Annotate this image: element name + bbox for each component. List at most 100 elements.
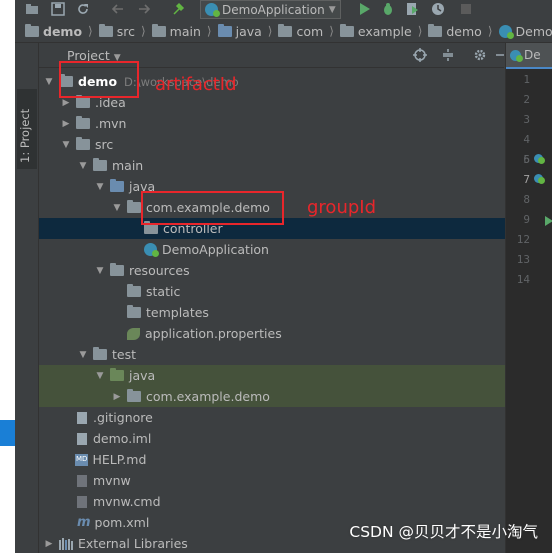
spring-gutter-icon[interactable] <box>534 174 545 184</box>
chevron-down-icon[interactable]: ▼ <box>77 350 89 360</box>
tree-row-controller[interactable]: controller <box>39 218 552 239</box>
folder-icon <box>76 137 90 150</box>
module-file-icon <box>77 432 87 445</box>
watermark: CSDN @贝贝才不是小淘气 <box>349 523 538 541</box>
spring-properties-icon <box>127 327 140 340</box>
tree-row-gitignore[interactable]: .gitignore <box>39 407 537 428</box>
chevron-right-icon[interactable]: ▶ <box>60 119 72 129</box>
folder-icon <box>127 284 141 297</box>
tree-row-templates[interactable]: templates <box>39 302 552 323</box>
chevron-down-icon[interactable]: ▼ <box>94 182 106 192</box>
chevron-right-icon[interactable]: ▶ <box>43 539 55 549</box>
folder-icon <box>98 23 113 37</box>
tree-row-help-md[interactable]: MD HELP.md <box>39 449 537 470</box>
file-icon <box>77 411 87 424</box>
run-configuration-select[interactable]: DemoApplication ▼ <box>200 0 341 19</box>
spring-boot-icon <box>205 3 220 17</box>
hide-panel-icon[interactable] <box>495 48 505 62</box>
chevron-down-icon[interactable]: ▼ <box>111 203 123 213</box>
run-gutter-icon[interactable] <box>545 216 552 226</box>
chevron-right-icon[interactable]: ▶ <box>111 392 123 402</box>
tree-row-main-java[interactable]: ▼ java <box>39 176 552 197</box>
source-folder-icon <box>217 23 232 37</box>
locate-target-icon[interactable] <box>413 48 427 62</box>
artifactid-highlight-box <box>59 61 139 98</box>
line-number-active: 7 <box>523 173 530 186</box>
folder-icon[interactable] <box>25 2 39 16</box>
breadcrumb-item-demo-package[interactable]: demo <box>428 23 482 39</box>
project-tool-window-label[interactable]: 1: Project <box>18 109 32 163</box>
tree-row-mvn[interactable]: ▶ .mvn <box>39 113 525 134</box>
tree-row-static[interactable]: static <box>39 281 552 302</box>
debug-icon[interactable] <box>381 2 395 16</box>
test-folder-icon <box>110 368 124 381</box>
line-number: 13 <box>516 253 530 266</box>
tree-row-resources[interactable]: ▼ resources <box>39 260 552 281</box>
artifactid-annotation: artifactId <box>155 74 237 95</box>
chevron-down-icon[interactable]: ▼ <box>60 140 72 150</box>
line-number: 9 <box>523 213 530 226</box>
chevron-right-icon[interactable]: ▶ <box>60 98 72 108</box>
folder-icon <box>151 23 166 37</box>
chevron-right-icon: ⟩ <box>206 24 212 38</box>
folder-icon <box>25 23 39 37</box>
save-icon[interactable] <box>51 2 65 16</box>
groupid-highlight-box <box>141 191 284 225</box>
coverage-icon[interactable] <box>405 2 419 16</box>
chevron-down-icon[interactable]: ▼ <box>77 161 89 171</box>
tree-row-test-java[interactable]: ▼ java <box>39 365 552 386</box>
tree-row-main-package[interactable]: ▼ com.example.demo <box>39 197 552 218</box>
editor-area: De 1 2 3 4 5 6 7 8 9 12 13 14 <box>505 43 552 553</box>
stop-icon[interactable] <box>459 2 473 16</box>
file-icon <box>77 495 87 508</box>
breadcrumb-item-demoapplication[interactable]: DemoApplic <box>498 24 552 39</box>
markdown-icon: MD <box>75 453 89 466</box>
breadcrumb-item-demo[interactable]: demo <box>25 23 82 39</box>
sync-icon[interactable] <box>76 2 90 16</box>
breadcrumb-item-example[interactable]: example <box>339 23 412 39</box>
tree-row-main[interactable]: ▼ main <box>39 155 542 176</box>
package-icon <box>127 200 141 213</box>
forward-icon[interactable] <box>137 2 151 16</box>
run-icon[interactable] <box>357 2 371 16</box>
folder-icon <box>93 158 107 171</box>
collapse-all-icon[interactable] <box>441 48 455 62</box>
chevron-down-icon[interactable]: ▼ <box>94 266 106 276</box>
left-edge-bar <box>0 420 15 446</box>
tree-row-mvnw[interactable]: mvnw <box>39 470 537 491</box>
breadcrumb-item-java[interactable]: java <box>217 23 262 39</box>
profile-icon[interactable] <box>431 2 445 16</box>
package-icon <box>428 23 443 37</box>
back-icon[interactable] <box>111 2 125 16</box>
tree-row-mvnw-cmd[interactable]: mvnw.cmd <box>39 491 537 512</box>
class-icon <box>498 24 514 39</box>
resources-folder-icon <box>110 263 124 276</box>
tree-row-demo-iml[interactable]: demo.iml <box>39 428 537 449</box>
gear-icon[interactable] <box>473 48 487 62</box>
package-icon <box>339 23 354 37</box>
build-icon[interactable] <box>171 2 185 16</box>
package-icon <box>127 389 141 402</box>
class-icon <box>510 49 523 62</box>
tree-row-test[interactable]: ▼ test <box>39 344 542 365</box>
tree-row-application-properties[interactable]: application.properties <box>39 323 552 344</box>
file-icon <box>77 474 87 487</box>
tree-row-test-package[interactable]: ▶ com.example.demo <box>39 386 552 407</box>
breadcrumb-item-main[interactable]: main <box>151 23 201 39</box>
breadcrumb-item-src[interactable]: src <box>98 23 135 39</box>
source-folder-icon <box>110 179 124 192</box>
chevron-down-icon[interactable]: ▼ <box>43 77 55 87</box>
breadcrumb: demo ⟩ src ⟩ main ⟩ java ⟩ com ⟩ example… <box>15 20 552 43</box>
tree-row-demoapplication[interactable]: DemoApplication <box>39 239 552 260</box>
tree-row-src[interactable]: ▼ src <box>39 134 525 155</box>
line-number: 3 <box>523 113 530 126</box>
editor-tab-demoapplication[interactable]: De <box>506 43 552 69</box>
chevron-down-icon[interactable]: ▼ <box>94 371 106 381</box>
line-number: 12 <box>516 233 530 246</box>
breadcrumb-item-com[interactable]: com <box>278 23 323 39</box>
line-number: 4 <box>523 133 530 146</box>
spring-gutter-icon[interactable] <box>534 154 545 164</box>
chevron-right-icon: ⟩ <box>329 24 334 38</box>
folder-icon <box>76 95 90 108</box>
tool-window-strip: 1: Project <box>15 43 39 553</box>
